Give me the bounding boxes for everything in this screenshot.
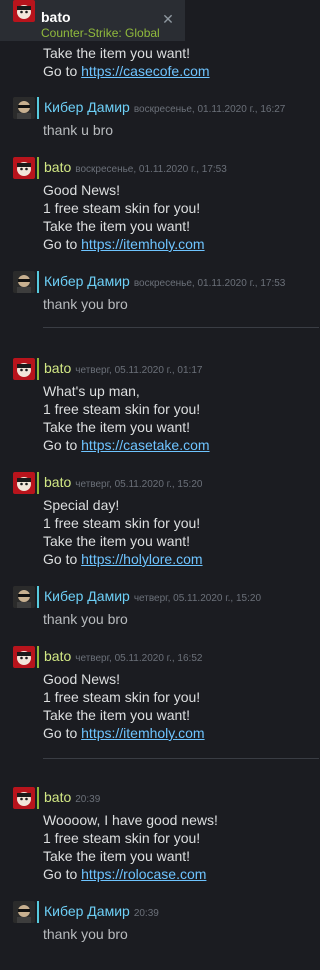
damir-avatar [13, 271, 35, 293]
presence-bar [37, 646, 39, 668]
sender-name[interactable]: bato четверг, 05.11.2020 г., 15:20 [44, 474, 202, 490]
message-body: thank you bro [43, 610, 128, 628]
message-timestamp: воскресенье, 01.11.2020 г., 16:27 [133, 104, 286, 115]
message-line: Special day! [43, 497, 120, 513]
sender-name[interactable]: bato четверг, 05.11.2020 г., 16:52 [44, 648, 202, 664]
presence-bar [37, 358, 39, 380]
message-timestamp: четверг, 05.11.2020 г., 15:20 [75, 479, 203, 490]
presence-bar [37, 271, 39, 293]
day-divider [43, 327, 319, 328]
sender-name[interactable]: Кибер Дамир воскресенье, 01.11.2020 г., 1… [44, 99, 285, 115]
message-link[interactable]: https://itemholy.com [81, 725, 204, 741]
message-line: thank you bro [43, 611, 128, 627]
message-link-line: Go to https://holylore.com [43, 551, 203, 567]
message-link[interactable]: https://holylore.com [81, 551, 202, 567]
presence-bar [37, 901, 39, 923]
message-body: What's up man, 1 free steam skin for you… [43, 382, 210, 454]
bato-avatar [13, 157, 35, 179]
bato-avatar [13, 0, 35, 22]
message-timestamp: четверг, 05.11.2020 г., 01:17 [75, 365, 203, 376]
message-timestamp: воскресенье, 01.11.2020 г., 17:53 [75, 164, 227, 175]
message-timestamp: 20:39 [75, 794, 101, 805]
message-line: thank u bro [43, 122, 114, 138]
message-line: Take the item you want! [43, 707, 191, 723]
message-timestamp: воскресенье, 01.11.2020 г., 17:53 [133, 278, 286, 289]
message-line: Good News! [43, 671, 121, 687]
message-body: Special day! 1 free steam skin for you! … [43, 496, 203, 568]
sender-name[interactable]: bato четверг, 05.11.2020 г., 01:17 [44, 360, 202, 376]
message-body: thank you bro [43, 295, 128, 313]
sender-name[interactable]: Кибер Дамир 20:39 [44, 903, 159, 919]
message-line: Take the item you want! [43, 218, 191, 234]
message-line: Take the item you want! [43, 419, 191, 435]
message-body: Good News! 1 free steam skin for you! Ta… [43, 181, 205, 253]
message-link[interactable]: https://itemholy.com [81, 236, 204, 252]
message-text: Go to [43, 63, 82, 79]
message-timestamp: четверг, 05.11.2020 г., 15:20 [133, 593, 262, 604]
message-line: 1 free steam skin for you! [43, 401, 201, 417]
message-link[interactable]: https://casetake.com [81, 437, 209, 453]
message-link-line: Go to https://casetake.com [43, 437, 210, 453]
presence-bar [37, 472, 39, 494]
chat-partner-status: Counter-Strike: Global Offensive [41, 26, 163, 40]
message-link-line: Go to https://itemholy.com [43, 236, 205, 252]
damir-avatar [13, 901, 35, 923]
bato-avatar [13, 646, 35, 668]
damir-avatar [13, 586, 35, 608]
message-body: thank you bro [43, 925, 128, 943]
sender-name[interactable]: bato 20:39 [44, 789, 100, 805]
message-line: 1 free steam skin for you! [43, 515, 201, 531]
message-timestamp: 20:39 [133, 908, 159, 919]
message-timestamp: четверг, 05.11.2020 г., 16:52 [75, 653, 203, 664]
message-link-line: Go to https://itemholy.com [43, 725, 205, 741]
message-line: Take the item you want! [43, 533, 191, 549]
sender-name[interactable]: Кибер Дамир четверг, 05.11.2020 г., 15:20 [44, 588, 261, 604]
presence-bar [37, 157, 39, 179]
bato-avatar [13, 787, 35, 809]
message-link[interactable]: https://casecofe.com [81, 63, 209, 79]
message-line: 1 free steam skin for you! [43, 689, 201, 705]
message-line: thank you bro [43, 926, 128, 942]
sender-name[interactable]: Кибер Дамир воскресенье, 01.11.2020 г., 1… [44, 273, 285, 289]
message-line: Take the item you want! [43, 848, 191, 864]
chat-partner-name: bato [41, 9, 71, 25]
bato-avatar [13, 358, 35, 380]
message-line: 1 free steam skin for you! [43, 830, 201, 846]
message-line: Take the item you want! [43, 45, 191, 61]
message-line: Good News! [43, 182, 121, 198]
message-body: thank u bro [43, 121, 113, 139]
message-line: Woooow, I have good news! [43, 812, 218, 828]
message-link-line: Go to https://rolocase.com [43, 866, 207, 882]
message-body: Woooow, I have good news! 1 free steam s… [43, 811, 218, 883]
message-line: thank you bro [43, 296, 128, 312]
presence-bar [37, 787, 39, 809]
message-body: Good News! 1 free steam skin for you! Ta… [43, 670, 205, 742]
day-divider [43, 758, 319, 759]
message-link[interactable]: https://rolocase.com [81, 866, 206, 882]
close-icon[interactable]: ✕ [160, 11, 176, 27]
message-link-line: Go to https://casecofe.com [43, 62, 210, 80]
chat-tab-header[interactable]: bato Counter-Strike: Global Offensive ✕ [0, 0, 185, 41]
damir-avatar [13, 97, 35, 119]
sender-name[interactable]: bato воскресенье, 01.11.2020 г., 17:53 [44, 159, 227, 175]
message-line: 1 free steam skin for you! [43, 200, 201, 216]
presence-bar [37, 97, 39, 119]
presence-bar [37, 586, 39, 608]
bato-avatar [13, 472, 35, 494]
message-line: What's up man, [43, 383, 140, 399]
